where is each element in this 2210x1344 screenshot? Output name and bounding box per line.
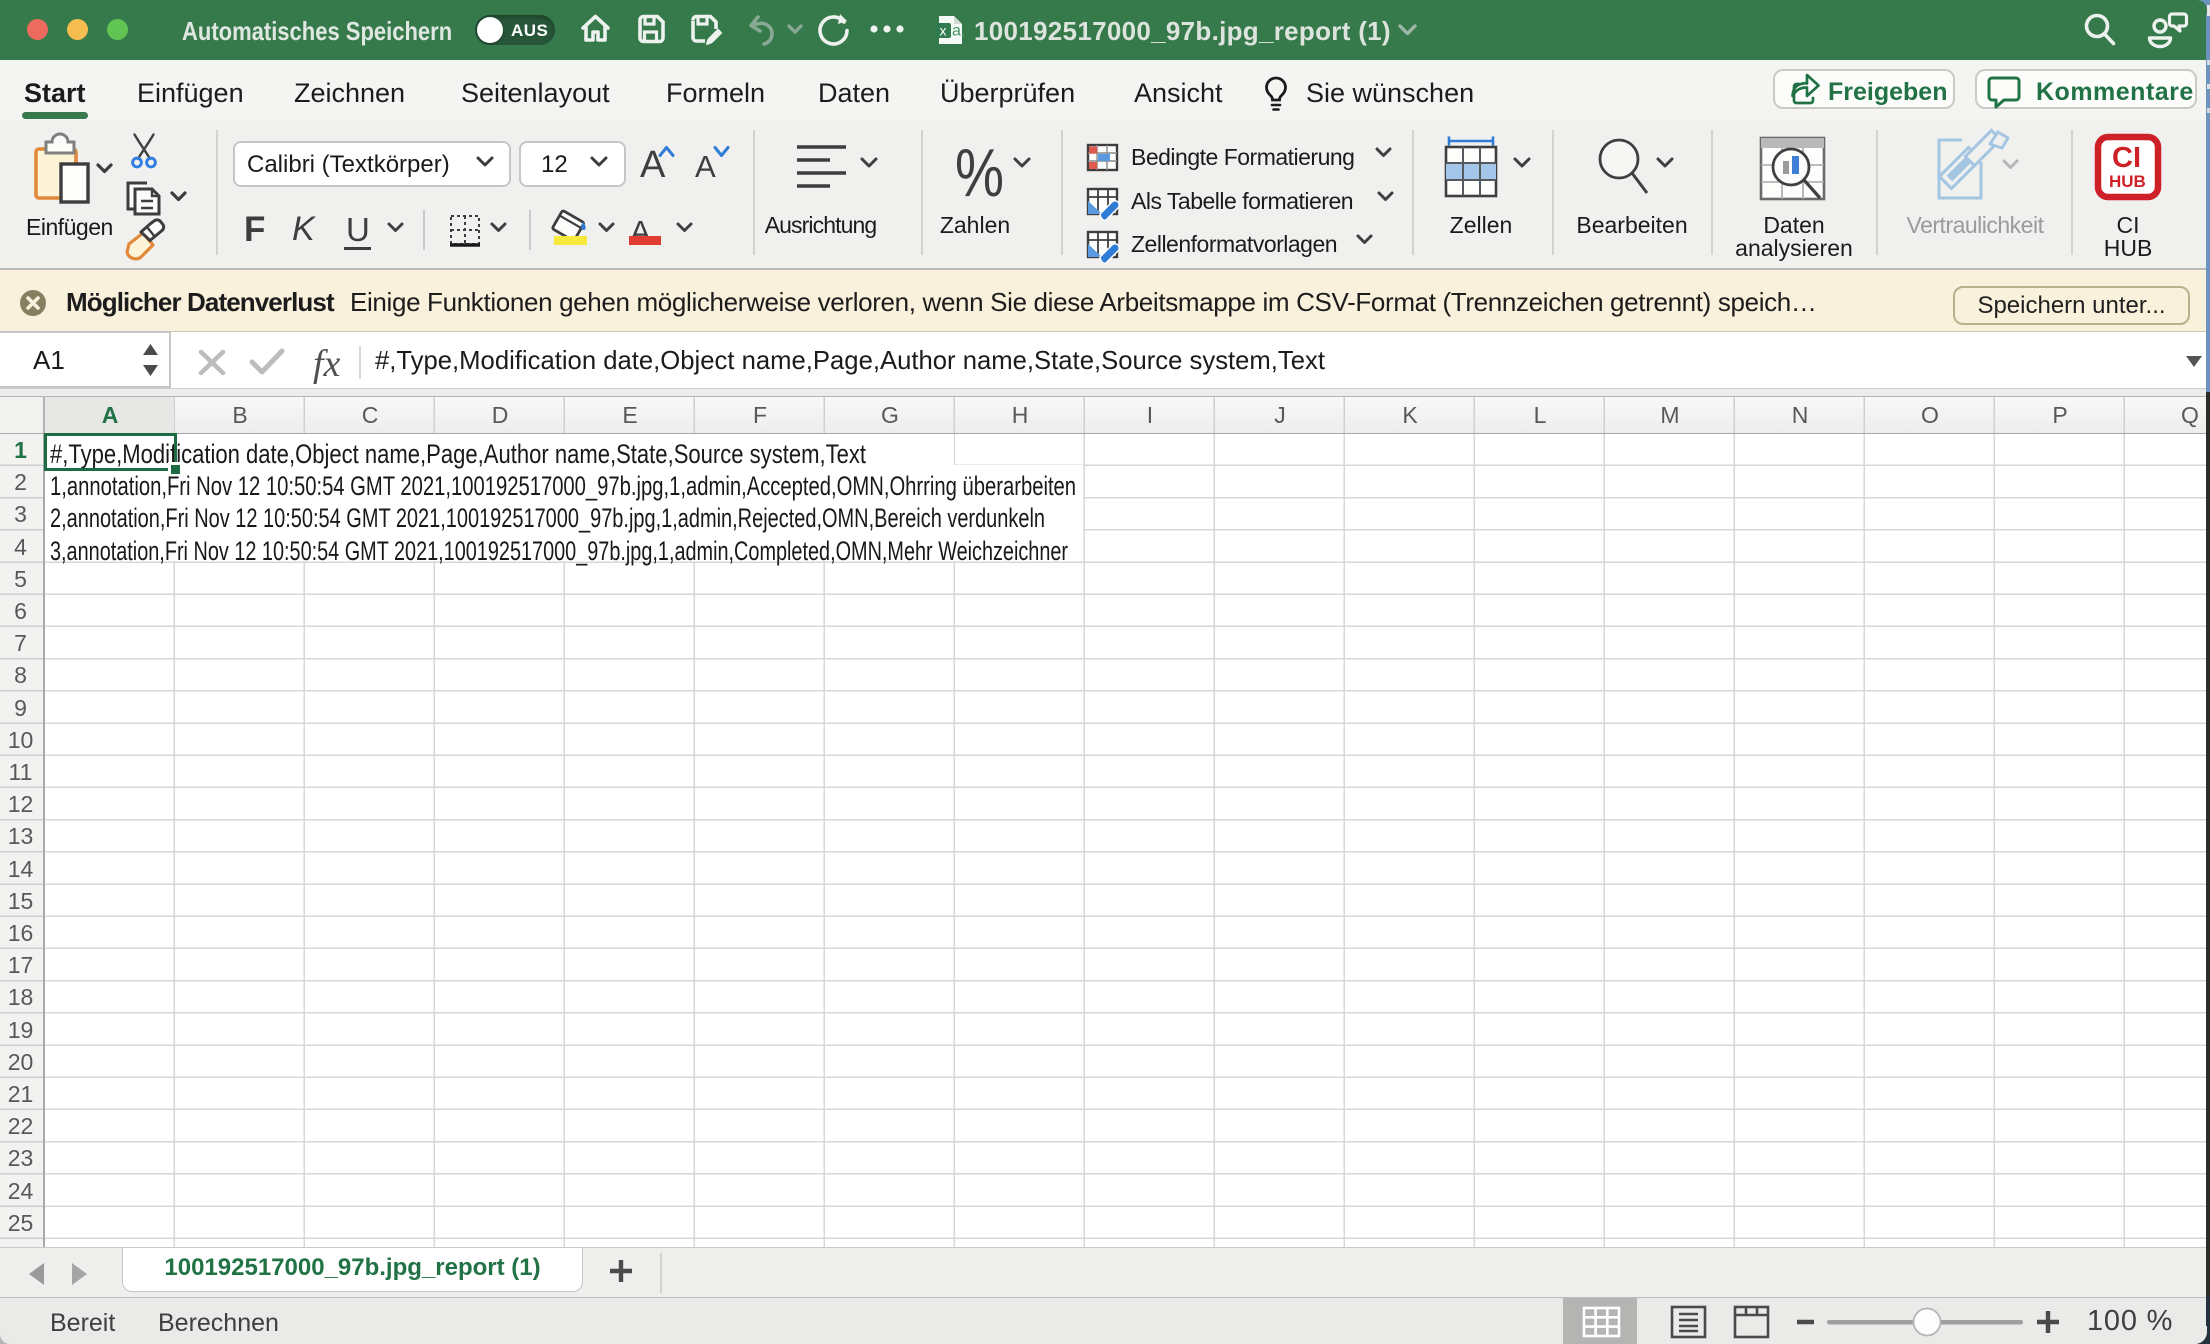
svg-text:x: x [940, 23, 947, 39]
svg-text:fx: fx [313, 343, 341, 385]
svg-text:CI: CI [2112, 142, 2141, 174]
svg-text:a,: a, [952, 23, 965, 40]
svg-text:%: % [955, 135, 1004, 211]
svg-text:F: F [244, 210, 265, 249]
svg-text:A: A [695, 149, 716, 184]
svg-text:K: K [292, 210, 316, 248]
svg-text:U: U [346, 211, 370, 248]
svg-text:A: A [640, 144, 666, 186]
svg-text:HUB: HUB [2109, 172, 2146, 191]
